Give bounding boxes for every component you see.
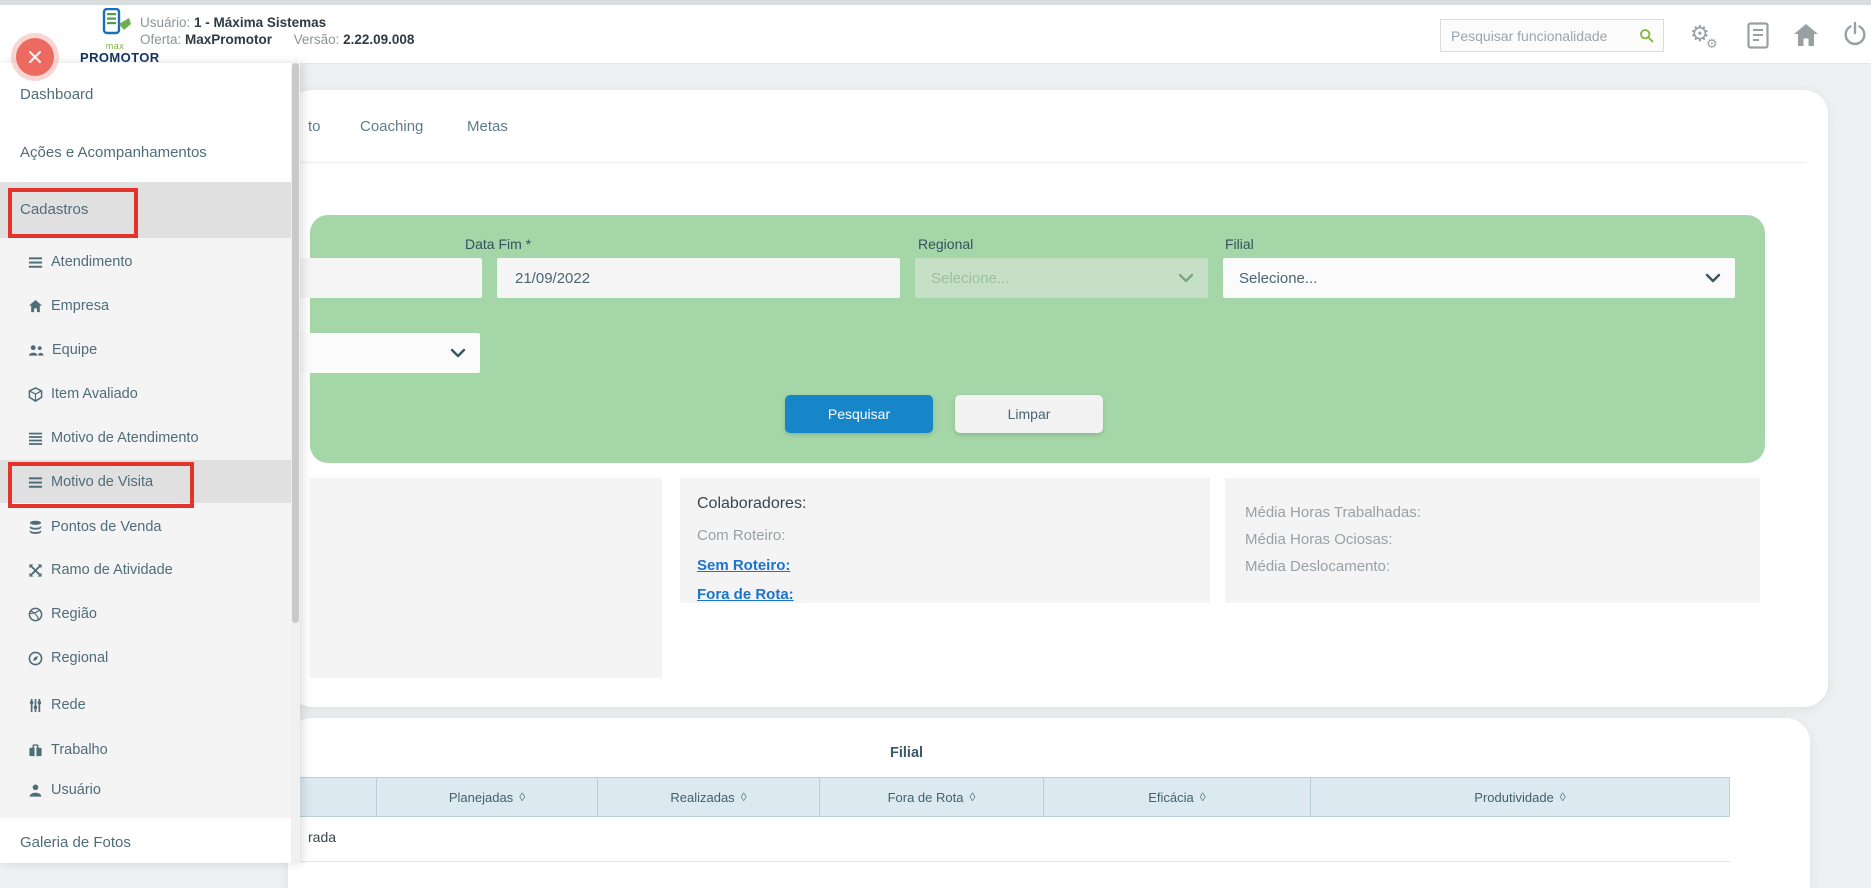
- sidebar-item-motivo-atendimento[interactable]: Motivo de Atendimento: [28, 428, 199, 448]
- compass-icon: [28, 651, 43, 666]
- user-value: 1 - Máxima Sistemas: [194, 15, 326, 30]
- header-bar: max PROMOTOR Usuário: 1 - Máxima Sistema…: [0, 5, 1871, 64]
- table-header-planejadas[interactable]: Planejadas◊: [376, 777, 598, 817]
- limpar-button[interactable]: Limpar: [955, 395, 1103, 433]
- sidebar-scrollbar-thumb[interactable]: [292, 63, 299, 623]
- com-roteiro-label: Com Roteiro:: [697, 527, 785, 544]
- sidebar-item-regional[interactable]: Regional: [28, 648, 108, 668]
- table-header-fora-de-rota[interactable]: Fora de Rota◊: [819, 777, 1044, 817]
- regional-select[interactable]: Selecione...: [915, 258, 1208, 298]
- stat-card-left: [310, 478, 662, 678]
- tab-metas[interactable]: Metas: [467, 118, 508, 135]
- list-bars-icon: [28, 255, 43, 270]
- list-bars-icon: [28, 431, 43, 446]
- sidebar-item-item-avaliado[interactable]: Item Avaliado: [28, 384, 138, 404]
- regional-label: Regional: [918, 236, 973, 252]
- sem-roteiro-link[interactable]: Sem Roteiro:: [697, 557, 790, 574]
- search-icon[interactable]: [1639, 28, 1655, 44]
- annotation-box-cadastros: [8, 188, 138, 238]
- briefcase-icon: [28, 743, 43, 758]
- offer-label: Oferta:: [140, 32, 181, 47]
- sort-icon[interactable]: ◊: [741, 790, 747, 804]
- collaborators-card: Colaboradores: Com Roteiro: Sem Roteiro:…: [680, 478, 1210, 603]
- tab-coaching[interactable]: Coaching: [360, 118, 423, 135]
- tabs-divider: [300, 162, 1806, 163]
- version-value: 2.22.09.008: [343, 32, 414, 47]
- collaborators-title: Colaboradores:: [697, 495, 806, 513]
- table-header-eficacia[interactable]: Eficácia◊: [1043, 777, 1311, 817]
- sort-icon[interactable]: ◊: [519, 790, 525, 804]
- table-header-produtividade[interactable]: Produtividade◊: [1310, 777, 1730, 817]
- sidebar-item-regiao[interactable]: Região: [28, 604, 97, 624]
- promotor-select-partial[interactable]: [300, 333, 480, 373]
- sidebar-item-atendimento[interactable]: Atendimento: [28, 252, 132, 272]
- filial-label: Filial: [1225, 236, 1254, 252]
- user-info: Usuário: 1 - Máxima Sistemas Oferta: Max…: [140, 14, 414, 48]
- sidebar-item-usuario[interactable]: Usuário: [28, 780, 101, 800]
- pesquisar-button[interactable]: Pesquisar: [785, 395, 933, 433]
- close-icon: [27, 49, 43, 65]
- table-header-realizadas[interactable]: Realizadas◊: [597, 777, 820, 817]
- sidebar-item-ramo-atividade[interactable]: Ramo de Atividade: [28, 560, 173, 580]
- globe-icon: [28, 607, 43, 622]
- sidebar-item-dashboard[interactable]: Dashboard: [20, 86, 93, 103]
- document-log-icon[interactable]: [1747, 22, 1769, 49]
- sidebar-item-rede[interactable]: Rede: [28, 695, 86, 715]
- media-horas-ociosas-label: Média Horas Ociosas:: [1245, 531, 1393, 548]
- table-row-name-fragment: rada: [308, 829, 336, 845]
- chevron-down-icon: [450, 348, 466, 358]
- data-fim-input[interactable]: 21/09/2022: [497, 258, 900, 298]
- sort-icon[interactable]: ◊: [1560, 790, 1566, 804]
- power-icon[interactable]: [1843, 21, 1867, 48]
- sort-icon[interactable]: ◊: [1200, 790, 1206, 804]
- version-label: Versão:: [294, 32, 340, 47]
- users-icon: [28, 343, 44, 358]
- data-inicio-input[interactable]: [300, 258, 482, 298]
- table-header-filial-name[interactable]: [288, 777, 377, 817]
- media-deslocamento-label: Média Deslocamento:: [1245, 558, 1390, 575]
- sidebar-scrollbar[interactable]: [291, 63, 300, 863]
- max-promotor-logo-icon: [98, 8, 132, 36]
- filial-select[interactable]: Selecione...: [1223, 258, 1735, 298]
- averages-card: Média Horas Trabalhadas: Média Horas Oci…: [1225, 478, 1760, 603]
- sidebar-item-pontos-de-venda[interactable]: Pontos de Venda: [28, 517, 161, 537]
- chevron-down-icon: [1705, 273, 1721, 283]
- home-icon[interactable]: [1793, 23, 1819, 47]
- table-title: Filial: [890, 745, 923, 761]
- settings-gears-icon[interactable]: ⚙⚙: [1690, 19, 1710, 49]
- database-icon: [28, 520, 43, 535]
- sidebar-item-trabalho[interactable]: Trabalho: [28, 740, 108, 760]
- chevron-down-icon: [1178, 273, 1194, 283]
- sidebar-item-empresa[interactable]: Empresa: [28, 296, 109, 316]
- sort-icon[interactable]: ◊: [969, 790, 975, 804]
- table-row[interactable]: rada: [288, 817, 1730, 862]
- expand-arrows-icon: [28, 563, 43, 578]
- close-menu-button[interactable]: [16, 38, 54, 76]
- search-input[interactable]: [1441, 28, 1639, 44]
- search-functionality-box[interactable]: [1440, 19, 1664, 52]
- offer-value: MaxPromotor: [185, 32, 272, 47]
- user-label: Usuário:: [140, 15, 190, 30]
- media-horas-trabalhadas-label: Média Horas Trabalhadas:: [1245, 504, 1421, 521]
- sidebar-item-galeria-fotos[interactable]: Galeria de Fotos: [20, 834, 131, 851]
- sidebar-item-equipe[interactable]: Equipe: [28, 340, 97, 360]
- annotation-box-motivo-visita: [8, 462, 194, 508]
- home-icon: [28, 299, 43, 314]
- sidebar-menu: Dashboard Ações e Acompanhamentos Cadast…: [0, 63, 300, 863]
- data-fim-label: Data Fim *: [465, 236, 531, 252]
- tab-acompanhamento-partial[interactable]: to: [308, 118, 321, 135]
- sidebar-item-acoes-acompanhamentos[interactable]: Ações e Acompanhamentos: [20, 144, 207, 161]
- cube-icon: [28, 387, 43, 402]
- sliders-icon: [28, 698, 43, 713]
- user-icon: [28, 783, 43, 798]
- fora-de-rota-link[interactable]: Fora de Rota:: [697, 586, 794, 603]
